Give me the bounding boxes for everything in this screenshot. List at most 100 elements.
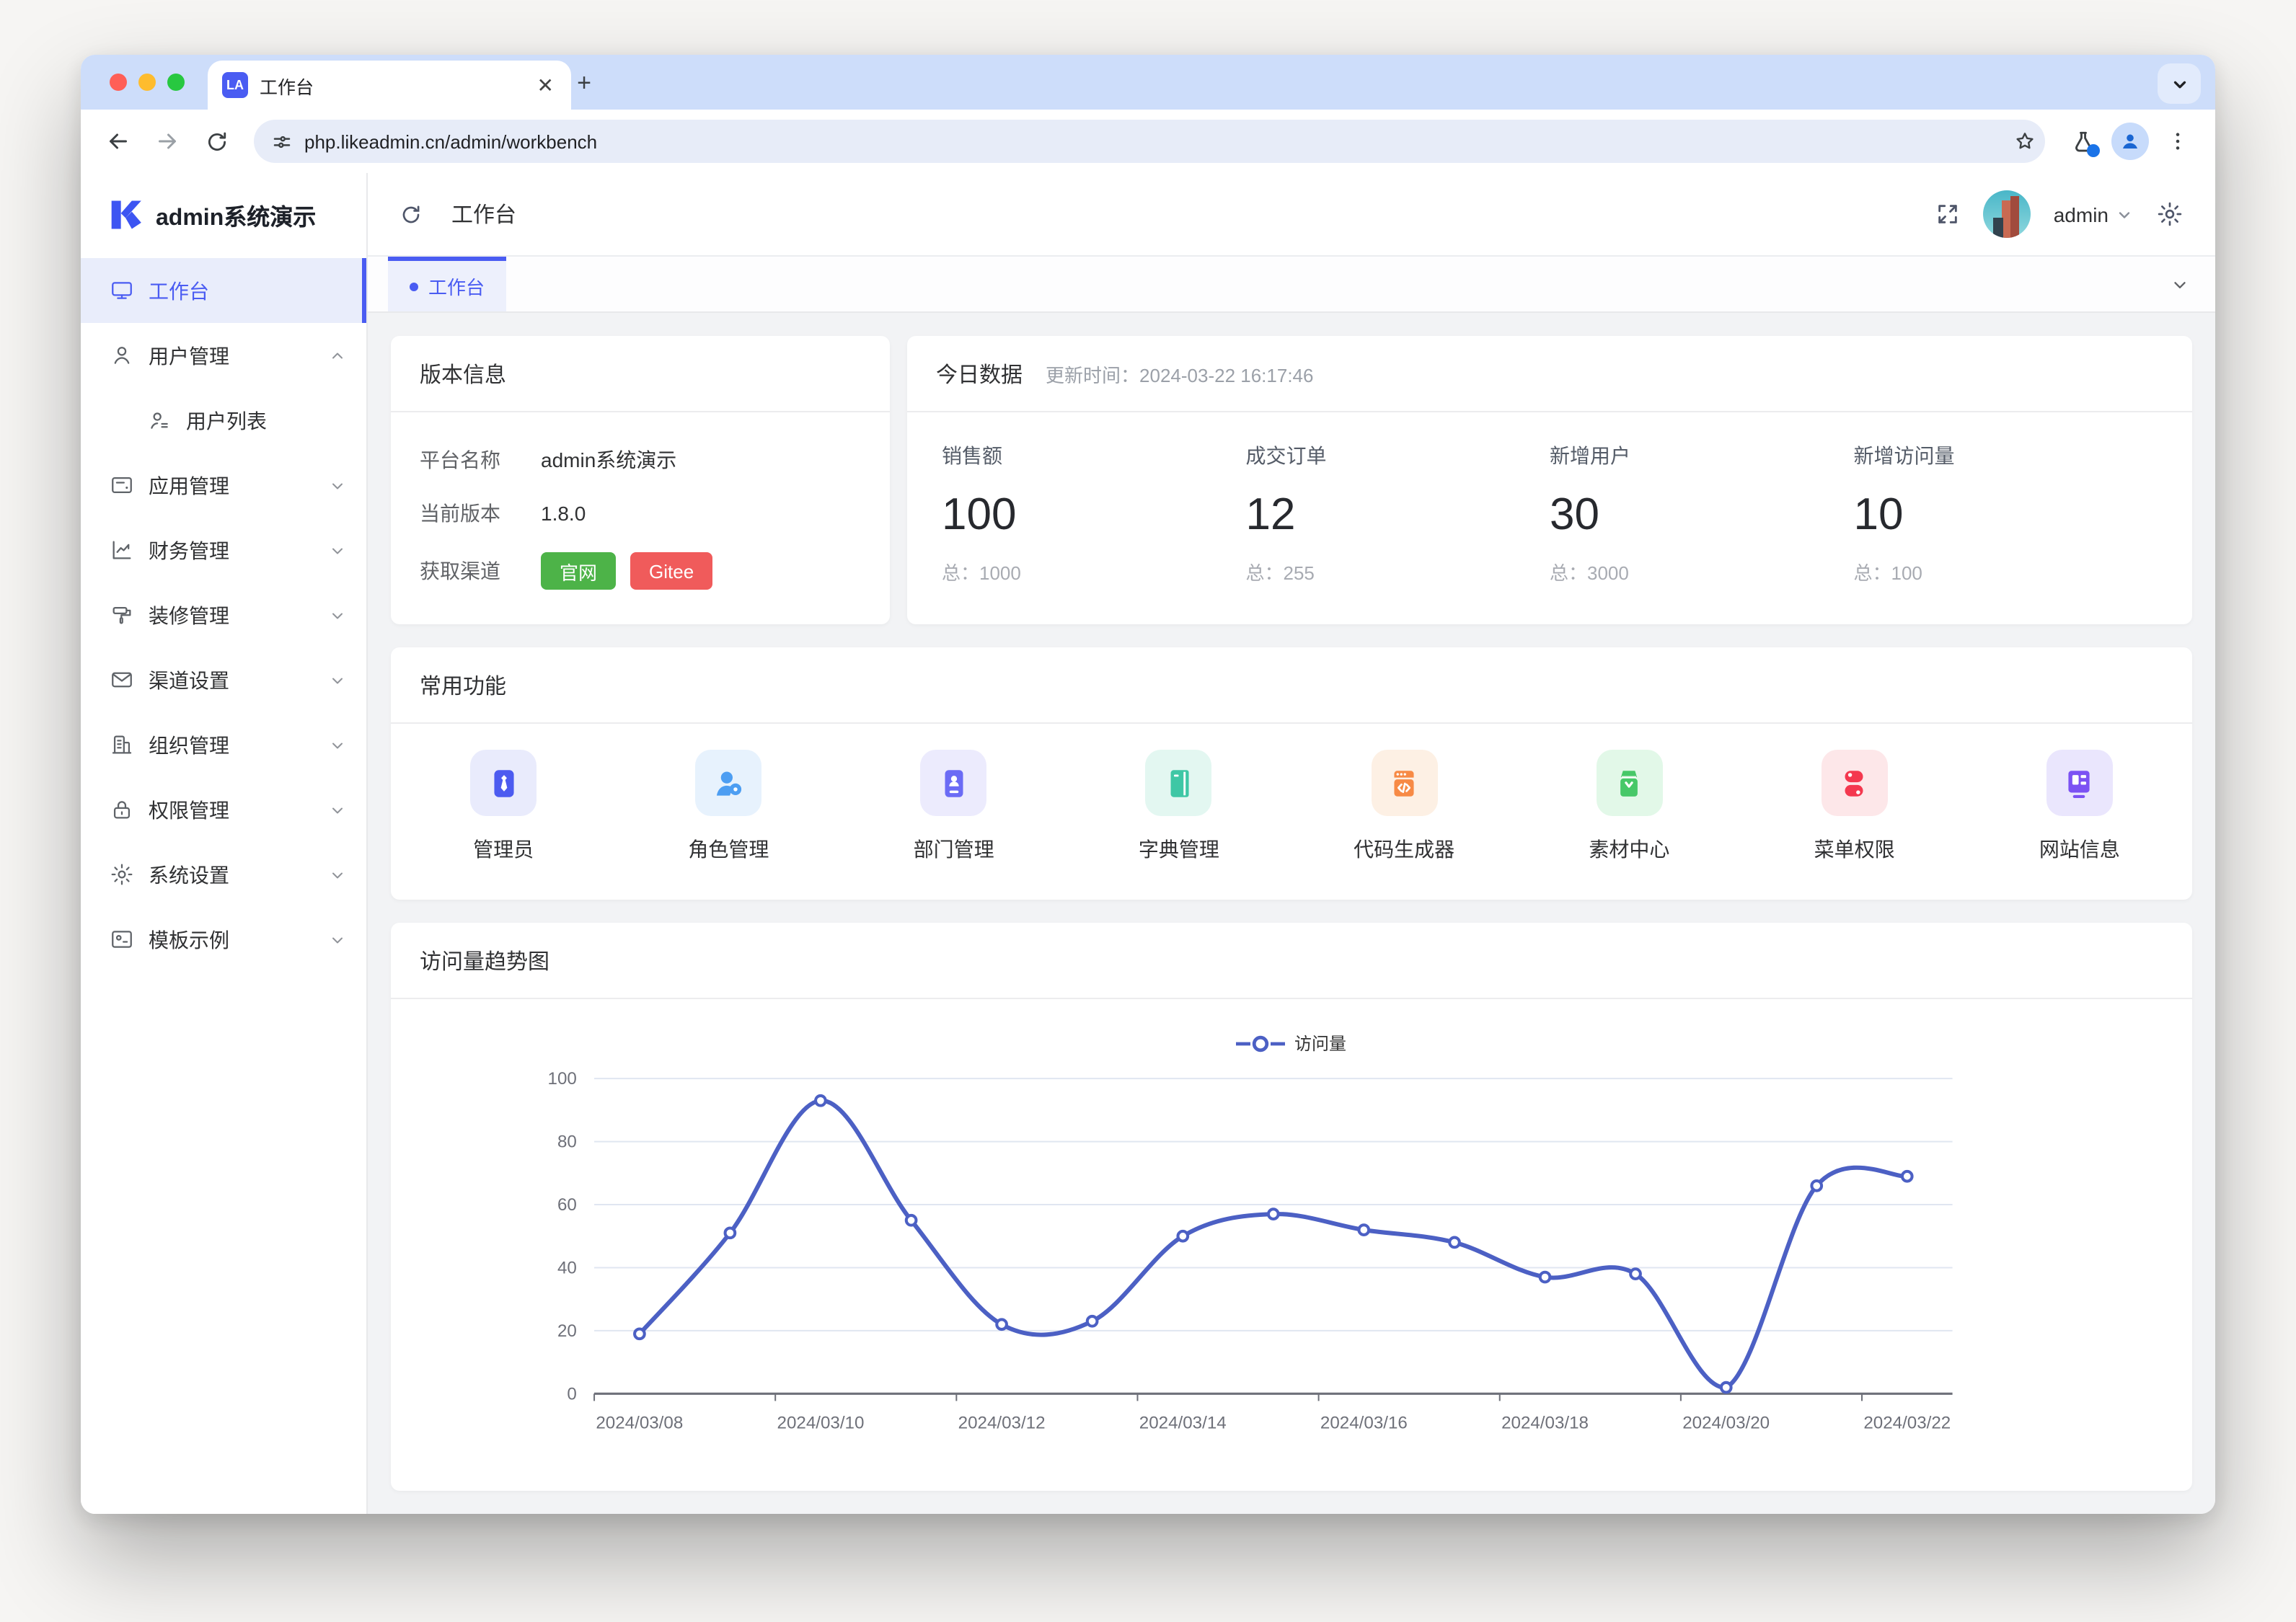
sidebar-item-5[interactable]: 装修管理 xyxy=(81,582,366,647)
user-name: admin xyxy=(2054,203,2109,226)
mail-icon xyxy=(110,668,134,692)
function-label: 角色管理 xyxy=(688,835,769,864)
stat-label: 成交订单 xyxy=(1246,441,1550,470)
tie-icon xyxy=(470,750,537,816)
stat-value: 30 xyxy=(1550,489,1854,541)
sidebar-item-label: 渠道设置 xyxy=(149,665,314,694)
sidebar-item-label: 应用管理 xyxy=(149,471,314,500)
official-site-button[interactable]: 官网 xyxy=(541,552,616,590)
chart-legend[interactable]: 访问量 xyxy=(391,1031,2192,1055)
line-chart-svg: 0204060801002024/03/082024/03/102024/03/… xyxy=(391,1061,2192,1456)
function-label: 素材中心 xyxy=(1589,835,1669,864)
sidebar-item-label: 组织管理 xyxy=(149,730,314,759)
active-dot xyxy=(410,282,418,291)
browser-profile-icon[interactable] xyxy=(2111,123,2149,160)
minimize-window-button[interactable] xyxy=(138,74,156,91)
function-1[interactable]: 角色管理 xyxy=(616,750,841,864)
refresh-page-icon[interactable] xyxy=(399,203,423,226)
row-value: 1.8.0 xyxy=(541,502,586,525)
bookmark-star-icon[interactable] xyxy=(2013,130,2036,153)
stat-total: 总：255 xyxy=(1246,558,1550,585)
sidebar-item-7[interactable]: 组织管理 xyxy=(81,712,366,777)
sidebar-item-8[interactable]: 权限管理 xyxy=(81,777,366,842)
svg-text:2024/03/16: 2024/03/16 xyxy=(1320,1414,1408,1433)
sidebar-item-4[interactable]: 财务管理 xyxy=(81,518,366,582)
sidebar-item-10[interactable]: 模板示例 xyxy=(81,907,366,972)
version-row: 当前版本 1.8.0 xyxy=(420,499,861,528)
sidebar-item-label: 财务管理 xyxy=(149,536,314,564)
sidebar-item-label: 模板示例 xyxy=(149,925,314,954)
browser-menu-icon[interactable] xyxy=(2158,121,2198,161)
finance-icon xyxy=(110,538,134,562)
url-text[interactable]: php.likeadmin.cn/admin/workbench xyxy=(304,130,2002,152)
sidebar-item-3[interactable]: 应用管理 xyxy=(81,453,366,518)
new-tab-button[interactable]: + xyxy=(565,65,603,102)
visits-trend-card: 访问量趋势图 访问量 0204060801002024/03/082024/03… xyxy=(391,923,2192,1491)
sidebar-menu: 工作台用户管理用户列表应用管理财务管理装修管理渠道设置组织管理权限管理系统设置模… xyxy=(81,255,366,1514)
chevron-down-icon xyxy=(329,671,346,688)
user-list-icon xyxy=(147,408,172,433)
app-icon xyxy=(110,473,134,497)
sidebar-item-label: 装修管理 xyxy=(149,601,314,629)
sidebar-item-1[interactable]: 用户管理 xyxy=(81,323,366,388)
stat-3: 新增访问量 10 总：100 xyxy=(1854,441,2158,585)
svg-text:0: 0 xyxy=(567,1384,576,1404)
legend-line-marker-icon xyxy=(1237,1033,1286,1053)
chevron-down-icon xyxy=(2170,74,2189,93)
function-label: 代码生成器 xyxy=(1354,835,1454,864)
function-0[interactable]: 管理员 xyxy=(391,750,616,864)
user-avatar[interactable] xyxy=(1983,190,2031,238)
stat-value: 100 xyxy=(942,489,1246,541)
close-window-button[interactable] xyxy=(110,74,127,91)
main-area: 工作台 admin xyxy=(368,173,2215,1514)
chevron-down-icon xyxy=(329,866,346,883)
svg-text:100: 100 xyxy=(548,1069,577,1089)
maximize-window-button[interactable] xyxy=(167,74,185,91)
sidebar-item-label: 系统设置 xyxy=(149,860,314,889)
sidebar-item-label: 用户列表 xyxy=(186,406,346,435)
screen: LA 工作台 ✕ + php.like xyxy=(0,0,2296,1622)
svg-text:2024/03/20: 2024/03/20 xyxy=(1682,1414,1770,1433)
chevron-up-icon xyxy=(329,347,346,364)
tab-search-button[interactable] xyxy=(2158,63,2201,104)
function-7[interactable]: 网站信息 xyxy=(1967,750,2192,864)
app-logo[interactable]: admin系统演示 xyxy=(81,173,366,255)
chevron-down-icon xyxy=(329,606,346,624)
reload-button[interactable] xyxy=(196,121,237,161)
function-4[interactable]: 代码生成器 xyxy=(1292,750,1516,864)
function-2[interactable]: 部门管理 xyxy=(842,750,1067,864)
user-menu[interactable]: admin xyxy=(2054,203,2133,226)
function-6[interactable]: 菜单权限 xyxy=(1742,750,1967,864)
sidebar-item-9[interactable]: 系统设置 xyxy=(81,842,366,907)
svg-text:80: 80 xyxy=(557,1133,577,1152)
back-button[interactable] xyxy=(98,121,138,161)
sidebar-item-2[interactable]: 用户列表 xyxy=(81,388,366,453)
site-settings-icon[interactable] xyxy=(271,130,293,152)
function-label: 字典管理 xyxy=(1139,835,1219,864)
visits-line-chart: 0204060801002024/03/082024/03/102024/03/… xyxy=(391,1055,2192,1463)
svg-text:2024/03/08: 2024/03/08 xyxy=(596,1414,683,1433)
header-actions: admin xyxy=(1935,190,2184,238)
svg-text:20: 20 xyxy=(557,1321,577,1341)
address-bar[interactable]: php.likeadmin.cn/admin/workbench xyxy=(254,120,2045,163)
settings-gear-icon[interactable] xyxy=(2156,200,2184,228)
browser-tab[interactable]: LA 工作台 ✕ xyxy=(208,61,571,110)
fullscreen-icon[interactable] xyxy=(1935,202,1960,226)
page-tab-workbench[interactable]: 工作台 xyxy=(388,257,506,311)
stat-total: 总：100 xyxy=(1854,558,2158,585)
gitee-button[interactable]: Gitee xyxy=(630,552,712,590)
sidebar-item-label: 用户管理 xyxy=(149,341,314,370)
experiments-icon[interactable] xyxy=(2062,121,2103,161)
browser-window: LA 工作台 ✕ + php.like xyxy=(81,55,2215,1514)
legend-label: 访问量 xyxy=(1294,1031,1346,1055)
site-icon xyxy=(2046,750,2113,816)
stat-label: 销售额 xyxy=(942,441,1246,470)
sidebar-item-6[interactable]: 渠道设置 xyxy=(81,647,366,712)
forward-button[interactable] xyxy=(147,121,187,161)
function-3[interactable]: 字典管理 xyxy=(1067,750,1292,864)
function-5[interactable]: 素材中心 xyxy=(1516,750,1741,864)
tab-close-icon[interactable]: ✕ xyxy=(534,73,557,97)
tabbar-dropdown-icon[interactable] xyxy=(2171,257,2189,311)
sidebar-item-0[interactable]: 工作台 xyxy=(81,258,366,323)
svg-text:60: 60 xyxy=(557,1195,577,1215)
